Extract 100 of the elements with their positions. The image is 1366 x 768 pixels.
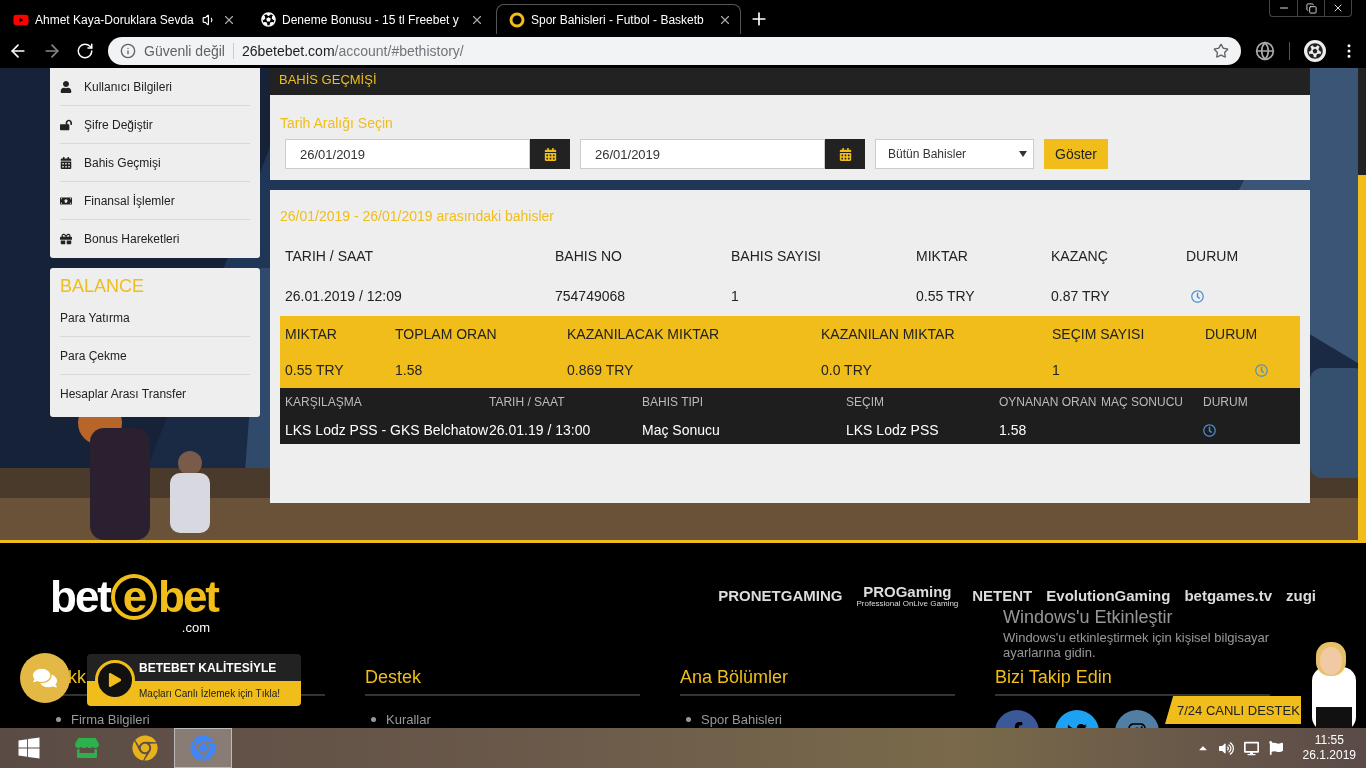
column-header: OYNANAN ORAN xyxy=(998,394,1096,411)
activation-title: Windows'u Etkinleştir xyxy=(1003,607,1174,628)
column-header: SEÇIM SAYISI xyxy=(1051,325,1146,344)
store-icon xyxy=(75,736,99,760)
table-cell-text: 0.55 TRY xyxy=(915,287,976,306)
column-header: TOPLAM ORAN xyxy=(394,325,498,344)
start-date-field[interactable]: 26/01/2019 xyxy=(285,139,530,169)
partner-logo: EvolutionGaming xyxy=(1046,589,1171,603)
activation-text: Windows'u etkinleştirmek için kişisel bilgisayar xyxy=(1003,630,1270,645)
table-cell-text: 26.01.2019 / 12:09 xyxy=(284,287,403,306)
partner-logo: betgames.tv xyxy=(1184,589,1272,603)
address-bar[interactable]: Güvenli değil 26betebet.com/account/#bethistory/ xyxy=(108,37,1241,65)
table-cell-text: 0.55 TRY xyxy=(284,361,345,380)
table-cell-text: Maç Sonucu xyxy=(641,421,721,440)
account-menu-item[interactable]: Şifre Değiştir xyxy=(60,106,250,144)
column-header: KAZANÇ xyxy=(1050,247,1109,266)
column-header: TARIH / SAAT xyxy=(284,247,375,266)
clock-date: 26.1.2019 xyxy=(1302,748,1356,763)
table-cell-text: 0.0 TRY xyxy=(820,361,873,380)
table-cell-text: 0.869 TRY xyxy=(566,361,635,380)
footer-heading: Destek xyxy=(365,667,640,696)
scrollbar[interactable] xyxy=(1358,68,1366,540)
bet-type-dropdown[interactable]: Bütün Bahisler xyxy=(875,139,1034,169)
close-icon[interactable] xyxy=(1332,2,1344,14)
betebet-logo[interactable]: bet e bet .com xyxy=(50,573,218,635)
browser-tab[interactable]: Spor Bahisleri - Futbol - Basketb xyxy=(496,4,741,34)
flag-icon[interactable] xyxy=(1268,741,1283,755)
browser-tab[interactable]: Deneme Bonusu - 15 tl Freebet y xyxy=(248,4,493,34)
network-icon[interactable] xyxy=(1243,740,1259,756)
bullet-icon xyxy=(686,717,691,722)
column-header: BAHIS SAYISI xyxy=(730,247,822,266)
column-header: MIKTAR xyxy=(284,325,338,344)
user-icon xyxy=(60,80,72,93)
bookmark-star-icon[interactable] xyxy=(1213,43,1229,59)
chrome-icon xyxy=(190,735,216,761)
end-date-field[interactable]: 26/01/2019 xyxy=(580,139,825,169)
account-menu-item[interactable]: Finansal İşlemler xyxy=(60,182,250,220)
column-header: DURUM xyxy=(1202,394,1249,411)
balance-menu-item[interactable]: Para Çekme xyxy=(60,337,250,375)
table-cell-text: 1 xyxy=(730,287,740,306)
account-menu-item[interactable]: Kullanıcı Bilgileri xyxy=(60,68,250,106)
url-text: 26betebet.com/account/#bethistory/ xyxy=(241,43,465,59)
table-cell-text: 1.58 xyxy=(998,421,1028,440)
show-button[interactable]: Göster xyxy=(1044,139,1108,169)
table-cell-text: 1.58 xyxy=(394,361,424,380)
globe-icon[interactable] xyxy=(1255,41,1275,61)
partner-logo: PROGaming Professional OnLive Gaming xyxy=(856,584,959,608)
column-header: MAÇ SONUCU xyxy=(1100,394,1184,411)
table-cell-text: LKS Lodz PSS xyxy=(845,421,940,440)
filter-label: Tarih Aralığı Seçin xyxy=(280,115,394,131)
footer-heading: Ana Bölümler xyxy=(680,667,955,696)
lock-icon xyxy=(60,118,72,131)
chat-button[interactable] xyxy=(20,653,70,703)
account-menu-item[interactable]: Bahis Geçmişi xyxy=(60,144,250,182)
column-header: DURUM xyxy=(1204,325,1259,344)
info-icon xyxy=(120,43,136,59)
page-header: BAHİS GEÇMİŞİ xyxy=(270,68,1310,95)
live-support-button[interactable]: 7/24 CANLI DESTEK xyxy=(1165,696,1301,724)
browser-tab[interactable]: Ahmet Kaya-Doruklara Sevda xyxy=(0,4,245,34)
calendar-icon xyxy=(543,147,557,161)
results-title: 26/01/2019 - 26/01/2019 arasındaki bahisler xyxy=(280,208,555,224)
site-logo-icon xyxy=(509,11,525,28)
clock-icon xyxy=(1255,363,1268,377)
column-header: BAHIS NO xyxy=(554,247,623,266)
balance-title: BALANCE xyxy=(60,276,146,297)
calendar-button[interactable] xyxy=(530,139,570,169)
account-menu-item[interactable]: Bonus Hareketleri xyxy=(60,220,250,258)
footer-link[interactable]: Firma Bilgileri xyxy=(71,712,150,727)
restore-icon[interactable] xyxy=(1305,2,1317,14)
clock-time: 11:55 xyxy=(1314,733,1344,748)
bullet-icon xyxy=(371,717,376,722)
column-header: BAHIS TIPI xyxy=(641,394,705,411)
column-header: TARIH / SAAT xyxy=(488,394,566,411)
calendar-icon xyxy=(838,147,852,161)
clock-icon xyxy=(1191,289,1204,303)
reload-icon[interactable] xyxy=(76,42,94,60)
table-cell-text: 0.87 TRY xyxy=(1050,287,1111,306)
volume-icon[interactable] xyxy=(1218,740,1234,756)
calendar-button[interactable] xyxy=(825,139,865,169)
column-header: DURUM xyxy=(1185,247,1240,266)
clock-icon xyxy=(1203,423,1216,437)
chrome-icon xyxy=(132,735,158,761)
partner-logo: zugi xyxy=(1286,589,1316,603)
security-label: Güvenli değil xyxy=(144,43,234,59)
calendar-icon xyxy=(60,156,72,169)
column-header: KAZANILAN MIKTAR xyxy=(820,325,956,344)
windows-icon xyxy=(17,736,41,760)
balance-menu-item[interactable]: Para Yatırma xyxy=(60,299,250,337)
footer-link[interactable]: Kurallar xyxy=(386,712,431,727)
partner-logo: PRONETGAMING xyxy=(718,589,843,603)
footer-link[interactable]: Spor Bahisleri xyxy=(701,712,782,727)
balance-menu-item[interactable]: Hesaplar Arası Transfer xyxy=(60,375,250,413)
activation-text: ayarlarına gidin. xyxy=(1003,645,1097,660)
bullet-icon xyxy=(56,717,61,722)
table-cell-text: 1 xyxy=(1051,361,1061,380)
profile-avatar[interactable] xyxy=(1304,40,1326,62)
column-header: SEÇIM xyxy=(845,394,885,411)
banknote-icon xyxy=(60,194,72,207)
column-header: MIKTAR xyxy=(915,247,969,266)
gift-icon xyxy=(60,233,72,245)
